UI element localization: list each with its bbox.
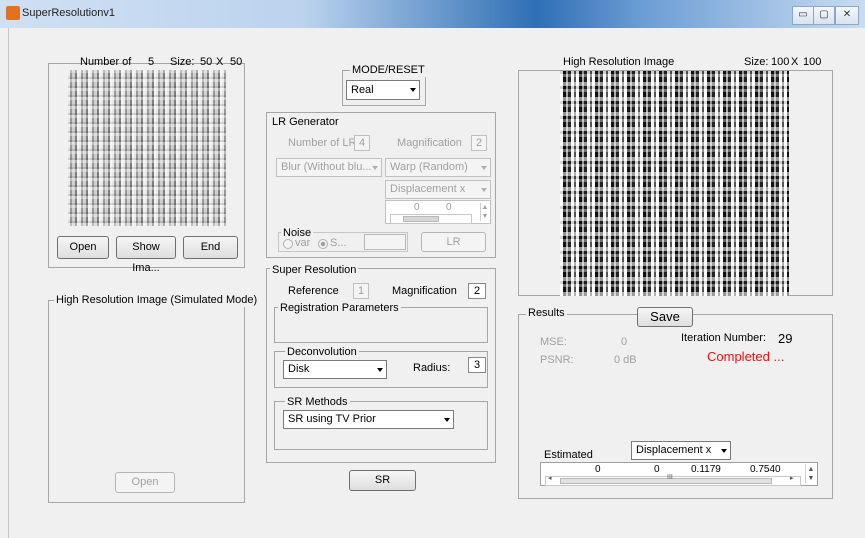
app-icon [6, 6, 20, 20]
estimated-select[interactable]: Displacement x [631, 441, 731, 460]
deconvolution-select[interactable]: Disk [283, 360, 387, 379]
blur-select[interactable]: Blur (Without blu... [276, 158, 382, 177]
mse-value: 0 [621, 336, 628, 348]
show-image-button[interactable]: Show Ima... [116, 236, 176, 274]
mse-label: MSE: [540, 336, 567, 348]
sr-methods-title: SR Methods [285, 396, 350, 409]
est-val-1: 0 [595, 464, 601, 475]
est-hscroll-thumb[interactable] [560, 478, 772, 484]
lr-image [68, 70, 226, 226]
hr-size-label: Size: [744, 56, 769, 68]
est-val-4: 0.7540 [750, 464, 781, 475]
number-label: Number of [80, 56, 132, 68]
num-lr-input[interactable]: 4 [354, 135, 370, 151]
number-value: 5 [148, 56, 155, 68]
chevron-down-icon [444, 417, 450, 422]
lr-mag-label: Magnification [397, 137, 462, 149]
chevron-down-icon [721, 448, 727, 453]
lr-disp-val-1: 0 [414, 202, 420, 213]
size-height: 50 [230, 56, 243, 68]
results-title: Results [526, 307, 567, 320]
size-width: 50 [200, 56, 213, 68]
lr-disp-val-2: 0 [446, 202, 452, 213]
deconvolution-value: Disk [288, 363, 310, 375]
radius-input[interactable]: 3 [468, 357, 486, 373]
lr-vspinner[interactable]: ▲ ▼ [480, 203, 489, 221]
window-title: SuperResolutionv1 [22, 7, 115, 19]
est-val-3: 0.1179 [691, 464, 721, 475]
end-button[interactable]: End [183, 236, 238, 259]
hr-size-x: X [791, 56, 799, 68]
warp-value: Warp (Random) [390, 161, 468, 173]
chevron-down-icon [410, 88, 416, 92]
lr-hscrollbar[interactable] [390, 214, 472, 224]
sr-button[interactable]: SR [349, 470, 416, 491]
sr-method-select[interactable]: SR using TV Prior [283, 410, 454, 429]
chevron-down-icon [481, 165, 487, 170]
sr-method-value: SR using TV Prior [288, 413, 376, 425]
noise-s-radio[interactable] [318, 239, 328, 249]
lr-hscroll-thumb[interactable] [403, 216, 439, 222]
chevron-down-icon [372, 165, 378, 170]
maximize-button[interactable]: ▢ [813, 6, 835, 25]
mode-select[interactable]: Real [346, 80, 420, 100]
lr-button[interactable]: LR [421, 232, 486, 252]
est-vspinner[interactable]: ▲ ▼ [805, 465, 816, 483]
hr-image-title: High Resolution Image [563, 56, 675, 68]
displacement-select[interactable]: Displacement x [385, 180, 491, 199]
status-text: Completed ... [707, 349, 785, 364]
num-lr-label: Number of LR [288, 137, 357, 149]
warp-select[interactable]: Warp (Random) [385, 158, 491, 177]
iteration-value: 29 [778, 331, 793, 346]
estimated-label: Estimated [544, 449, 593, 461]
hr-simulated-title: High Resolution Image (Simulated Mode) [54, 294, 260, 307]
psnr-label: PSNR: [540, 354, 574, 366]
lr-mag-input[interactable]: 2 [471, 135, 487, 151]
est-val-2: 0 [654, 464, 660, 475]
minimize-button[interactable]: ▭ [792, 6, 814, 25]
size-label: Size: [170, 56, 195, 68]
noise-input[interactable] [364, 234, 406, 250]
reference-label: Reference [288, 285, 339, 297]
sr-mag-label: Magnification [392, 285, 457, 297]
mode-value: Real [351, 84, 374, 96]
super-resolution-title: Super Resolution [270, 264, 359, 277]
hr-size-width: 100 [771, 56, 790, 68]
lr-displacement-table[interactable]: 0 0 ▲ ▼ [385, 200, 491, 224]
radius-label: Radius: [413, 362, 451, 374]
scroll-left-icon[interactable]: ◂ [548, 474, 552, 482]
save-button[interactable]: Save [637, 307, 693, 327]
scroll-grip-mark: III [667, 474, 673, 481]
close-button[interactable]: ✕ [835, 6, 859, 25]
registration-title: Registration Parameters [278, 302, 401, 315]
hr-size-height: 100 [803, 56, 822, 68]
est-hscrollbar[interactable]: ◂ III ▸ [545, 474, 801, 486]
estimated-table[interactable]: 0 0 0.1179 0.7540 ◂ III ▸ ▲ ▼ [540, 462, 818, 486]
noise-s-label: S... [330, 237, 347, 249]
size-x: X [216, 56, 224, 68]
scroll-right-icon[interactable]: ▸ [790, 474, 794, 482]
iteration-label: Iteration Number: [681, 332, 766, 344]
psnr-value: 0 dB [614, 354, 637, 366]
noise-var-radio[interactable] [283, 239, 293, 249]
sr-mag-input[interactable]: 2 [468, 283, 486, 299]
chevron-down-icon [377, 367, 383, 372]
hr-image [560, 71, 789, 296]
deconvolution-title: Deconvolution [285, 346, 359, 359]
blur-value: Blur (Without blu... [281, 161, 372, 173]
lr-generator-title: LR Generator [270, 116, 341, 129]
open-button[interactable]: Open [57, 236, 109, 259]
mode-title: MODE/RESET [350, 64, 427, 77]
chevron-down-icon [481, 187, 487, 192]
hr-open-button[interactable]: Open [115, 472, 175, 493]
reference-input[interactable]: 1 [353, 283, 369, 299]
estimated-value: Displacement x [636, 444, 712, 456]
noise-var-label: var [295, 237, 311, 249]
displacement-value: Displacement x [390, 183, 466, 195]
title-bar [0, 0, 865, 28]
